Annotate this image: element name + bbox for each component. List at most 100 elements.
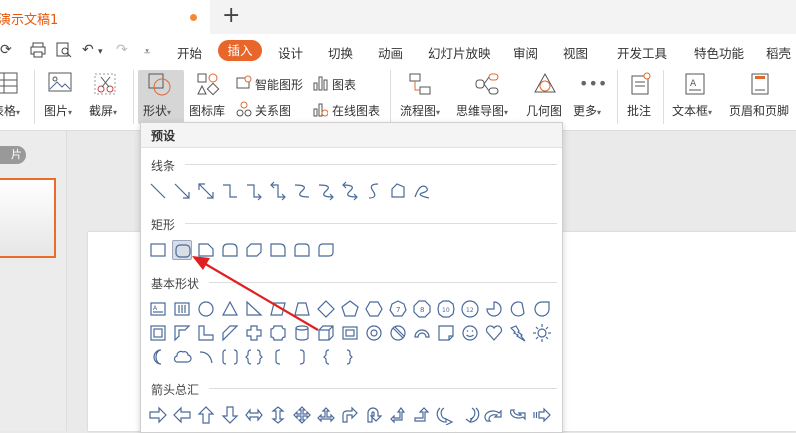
shape-dbrack-icon[interactable] [220,347,240,367]
undo-icon[interactable]: ↶ [82,42,94,58]
tab-developer[interactable]: 开发工具 [617,43,667,62]
shape-bevel-icon[interactable] [340,323,360,343]
shape-cube-icon[interactable] [316,323,336,343]
shape-folded-icon[interactable] [436,323,456,343]
shape-dec-icon[interactable]: 10 [436,299,456,319]
shape-pie-icon[interactable] [484,299,504,319]
tab-review[interactable]: 审阅 [513,43,538,62]
shape-dblarrow-icon[interactable] [196,181,216,201]
shape-astripe-icon[interactable] [532,405,552,425]
customize-toolbar-icon[interactable]: ⩡ [144,45,150,59]
shape-elbowarr-icon[interactable] [244,181,264,201]
new-tab-button[interactable]: + [222,3,240,29]
shape-oval-icon[interactable] [196,299,216,319]
shape-curvearr-icon[interactable] [316,181,336,201]
shape-snipd-icon[interactable] [244,240,264,260]
shape-oct-icon[interactable]: 8 [412,299,432,319]
shape-auturn-icon[interactable] [364,405,384,425]
shape-round2-icon[interactable] [292,240,312,260]
shape-alr-icon[interactable] [244,405,264,425]
shape-trap-icon[interactable] [292,299,312,319]
shape-dbrace-icon[interactable] [244,347,264,367]
shape-rounddiag-icon[interactable] [316,240,336,260]
shape-aquad-icon[interactable] [292,405,312,425]
shape-arcline-icon[interactable] [196,347,216,367]
shape-curve-icon[interactable] [292,181,312,201]
shape-snip2-icon[interactable] [220,240,240,260]
shape-round1-icon[interactable] [268,240,288,260]
shape-snip1-icon[interactable] [196,240,216,260]
shape-rbrace-icon[interactable] [340,347,360,367]
shape-can-icon[interactable] [292,323,312,343]
shape-cloud-icon[interactable] [172,347,192,367]
shape-lbrack-icon[interactable] [268,347,288,367]
tab-slideshow[interactable]: 幻灯片放映 [428,43,491,62]
shape-vtext-icon[interactable] [172,299,192,319]
shape-freeform-icon[interactable] [388,181,408,201]
shape-pent-icon[interactable] [340,299,360,319]
shape-rbrack-icon[interactable] [292,347,312,367]
shape-donut-icon[interactable] [364,323,384,343]
shape-sun-icon[interactable] [532,323,552,343]
shape-aud-icon[interactable] [268,405,288,425]
print-icon[interactable] [30,42,46,58]
shape-aleftup-icon[interactable] [388,405,408,425]
shape-scribble-icon[interactable] [412,181,432,201]
shape-rtri-icon[interactable] [244,299,264,319]
shape-textbox-icon[interactable]: A [148,299,168,319]
shape-moon-icon[interactable] [148,347,168,367]
shape-rrect-icon[interactable] [172,240,192,260]
undo-dropdown-icon[interactable]: ▾ [98,47,103,57]
shape-frame-icon[interactable] [148,323,168,343]
shape-plus-icon[interactable] [244,323,264,343]
shape-tear-icon[interactable] [532,299,552,319]
slide-panel-label[interactable]: 片 [0,146,26,164]
shape-diamond-icon[interactable] [316,299,336,319]
tab-home[interactable]: 开始 [177,43,202,62]
shape-aright-icon[interactable] [148,405,168,425]
document-tab[interactable]: 演示文稿1 [0,0,210,34]
shape-lbrace-icon[interactable] [316,347,336,367]
shape-hex-icon[interactable] [364,299,384,319]
shape-scurve-icon[interactable] [364,181,384,201]
tab-special[interactable]: 特色功能 [694,43,744,62]
shape-chord-icon[interactable] [508,299,528,319]
shape-acurvr-icon[interactable] [436,405,456,425]
tab-docer[interactable]: 稻壳 [766,43,791,62]
shape-aleft-icon[interactable] [172,405,192,425]
shape-heart-icon[interactable] [484,323,504,343]
tab-animation[interactable]: 动画 [378,43,403,62]
shape-elbowdbl-icon[interactable] [268,181,288,201]
shape-abentup-icon[interactable] [412,405,432,425]
shape-acurvd-icon[interactable] [508,405,528,425]
shape-tri-icon[interactable] [220,299,240,319]
redo-partial-icon[interactable]: ⟳ [0,42,12,58]
tab-design[interactable]: 设计 [278,43,303,62]
shape-abent-icon[interactable] [340,405,360,425]
print-preview-icon[interactable] [56,42,72,58]
shape-noSym-icon[interactable] [388,323,408,343]
shape-line-icon[interactable] [148,181,168,201]
shape-alrup-icon[interactable] [316,405,336,425]
shape-bolt-icon[interactable] [508,323,528,343]
shape-acurvu-icon[interactable] [484,405,504,425]
shape-arrowline-icon[interactable] [172,181,192,201]
redo-icon[interactable]: ↷ [116,42,128,58]
shape-rect-icon[interactable] [148,240,168,260]
shape-dodec-icon[interactable]: 12 [460,299,480,319]
shape-curvedbl-icon[interactable] [340,181,360,201]
shape-diagstripe-icon[interactable] [220,323,240,343]
tab-view[interactable]: 视图 [563,43,588,62]
shape-lshape-icon[interactable] [196,323,216,343]
tab-insert[interactable]: 插入 [218,40,262,61]
shape-hept-icon[interactable]: 7 [388,299,408,319]
shape-halfframe-icon[interactable] [172,323,192,343]
shape-para-icon[interactable] [268,299,288,319]
shape-adown-icon[interactable] [220,405,240,425]
shape-elbow-icon[interactable] [220,181,240,201]
shape-acurvl-icon[interactable] [460,405,480,425]
shape-arc-icon[interactable] [412,323,432,343]
shape-aup-icon[interactable] [196,405,216,425]
shape-plaque-icon[interactable] [268,323,288,343]
slide-thumbnail[interactable] [0,178,56,258]
